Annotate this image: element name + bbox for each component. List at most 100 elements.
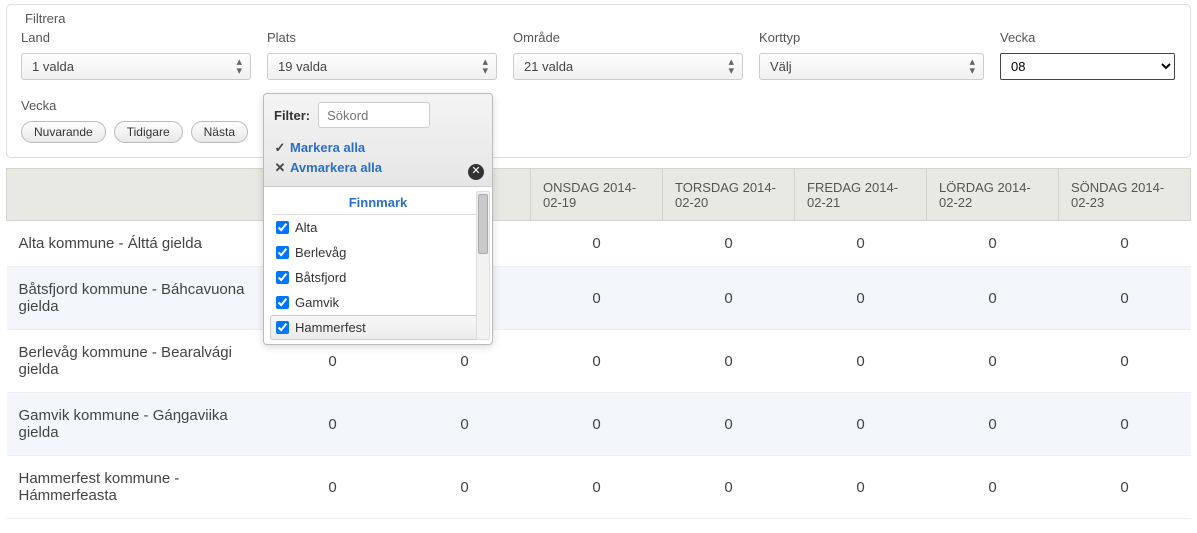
dropdown-item-checkbox[interactable] [276,321,289,334]
table-header-cell: FREDAG 2014-02-21 [795,169,927,221]
row-value-cell: 0 [927,393,1059,456]
dropdown-scroll-thumb[interactable] [478,194,488,254]
filter-label-korttyp: Korttyp [759,30,984,45]
dropdown-item-checkbox[interactable] [276,296,289,309]
row-value-cell: 0 [531,393,663,456]
deselect-all-label: Avmarkera alla [290,158,382,178]
row-value-cell: 0 [1059,330,1191,393]
row-name-cell: Båtsfjord kommune - Báhcavuona gielda [7,267,267,330]
dropdown-item-checkbox[interactable] [276,221,289,234]
row-name-cell: Gamvik kommune - Gáŋgaviika gielda [7,393,267,456]
fieldset-legend: Filtrera [21,11,69,26]
deselect-all-action[interactable]: ✕ Avmarkera alla [274,158,482,178]
dropdown-item[interactable]: Gamvik [264,290,492,315]
row-value-cell: 0 [795,267,927,330]
x-icon: ✕ [274,158,286,178]
row-value-cell: 0 [795,393,927,456]
filter-fieldset: Filtrera Land 1 valda ▴▾ Plats 19 valda … [6,4,1191,158]
select-korttyp-value: Välj [770,59,792,74]
row-value-cell: 0 [1059,393,1191,456]
select-omrade[interactable]: 21 valda ▴▾ [513,53,743,80]
filter-label-land: Land [21,30,251,45]
row-value-cell: 0 [795,456,927,519]
row-value-cell: 0 [531,267,663,330]
dropdown-item-checkbox[interactable] [276,246,289,259]
vecka-button-row: Nuvarande Tidigare Nästa [21,121,1176,143]
row-value-cell: 0 [927,456,1059,519]
table-row: Gamvik kommune - Gáŋgaviika gielda000000… [7,393,1191,456]
select-vecka[interactable]: 08 [1000,53,1175,80]
row-value-cell: 0 [531,221,663,267]
row-value-cell: 0 [267,456,399,519]
dropdown-item-checkbox[interactable] [276,271,289,284]
filter-label-vecka: Vecka [1000,30,1175,45]
nuvarande-button[interactable]: Nuvarande [21,121,106,143]
nasta-button[interactable]: Nästa [191,121,248,143]
dropdown-header: Filter: ✓ Markera alla ✕ Avmarkera alla … [264,94,492,187]
vecka-nav-section: Vecka Nuvarande Tidigare Nästa [21,98,1176,143]
row-value-cell: 0 [663,456,795,519]
row-value-cell: 0 [795,221,927,267]
row-value-cell: 0 [399,456,531,519]
select-omrade-value: 21 valda [524,59,573,74]
filter-col-plats: Plats 19 valda ▴▾ [267,30,497,80]
filter-row-selects: Land 1 valda ▴▾ Plats 19 valda ▴▾ Område… [21,30,1176,80]
row-value-cell: 0 [795,330,927,393]
table-body: Alta kommune - Álttá gielda00000Båtsfjor… [7,221,1191,519]
filter-col-korttyp: Korttyp Välj ▴▾ [759,30,984,80]
dropdown-item[interactable]: Alta [264,215,492,240]
row-name-cell: Hammerfest kommune - Hámmerfeasta [7,456,267,519]
table-header-cell [7,169,267,221]
select-all-action[interactable]: ✓ Markera alla [274,138,482,158]
check-icon: ✓ [274,138,286,158]
select-plats[interactable]: 19 valda ▴▾ [267,53,497,80]
dropdown-scrollbar[interactable] [476,191,490,340]
row-value-cell: 0 [663,330,795,393]
row-value-cell: 0 [1059,221,1191,267]
select-land[interactable]: 1 valda ▴▾ [21,53,251,80]
chevron-updown-icon: ▴▾ [728,58,734,76]
table-row: Hammerfest kommune - Hámmerfeasta0000000 [7,456,1191,519]
chevron-updown-icon: ▴▾ [969,58,975,76]
dropdown-filter-input[interactable] [318,102,430,128]
select-plats-value: 19 valda [278,59,327,74]
dropdown-body: Finnmark Alta Berlevåg Båtsfjord Gamvik Hamm… [264,187,492,344]
plats-dropdown-panel: Filter: ✓ Markera alla ✕ Avmarkera alla … [263,93,493,345]
row-value-cell: 0 [927,221,1059,267]
filter-col-omrade: Område 21 valda ▴▾ [513,30,743,80]
table-header-cell: SÖNDAG 2014-02-23 [1059,169,1191,221]
table-head: 4-ONSDAG 2014-02-19TORSDAG 2014-02-20FRE… [7,169,1191,221]
select-korttyp[interactable]: Välj ▴▾ [759,53,984,80]
row-value-cell: 0 [531,330,663,393]
dropdown-group-header: Finnmark [264,191,492,214]
dropdown-item[interactable]: Hammerfest [270,315,486,340]
table-row: Alta kommune - Álttá gielda00000 [7,221,1191,267]
row-name-cell: Berlevåg kommune - Bearalvági gielda [7,330,267,393]
dropdown-filter-label: Filter: [274,108,310,123]
select-all-label: Markera alla [290,138,365,158]
chevron-updown-icon: ▴▾ [482,58,488,76]
data-table-wrap: 4-ONSDAG 2014-02-19TORSDAG 2014-02-20FRE… [6,168,1191,519]
dropdown-item-label: Gamvik [295,295,339,310]
dropdown-item[interactable]: Berlevåg [264,240,492,265]
close-dropdown-button[interactable]: ✕ [468,164,484,180]
dropdown-item[interactable]: Båtsfjord [264,265,492,290]
row-value-cell: 0 [927,267,1059,330]
row-value-cell: 0 [1059,267,1191,330]
tidigare-button[interactable]: Tidigare [114,121,183,143]
row-value-cell: 0 [927,330,1059,393]
dropdown-item-label: Båtsfjord [295,270,346,285]
table-header-cell: LÖRDAG 2014-02-22 [927,169,1059,221]
row-value-cell: 0 [663,221,795,267]
select-land-value: 1 valda [32,59,74,74]
dropdown-item-label: Alta [295,220,317,235]
filter-col-vecka: Vecka 08 [1000,30,1175,80]
table-row: Båtsfjord kommune - Báhcavuona gielda000… [7,267,1191,330]
filter-label-omrade: Område [513,30,743,45]
filter-col-land: Land 1 valda ▴▾ [21,30,251,80]
row-value-cell: 0 [663,267,795,330]
vecka-nav-label: Vecka [21,98,1176,113]
table-header-cell: TORSDAG 2014-02-20 [663,169,795,221]
row-value-cell: 0 [267,393,399,456]
chevron-updown-icon: ▴▾ [236,58,242,76]
